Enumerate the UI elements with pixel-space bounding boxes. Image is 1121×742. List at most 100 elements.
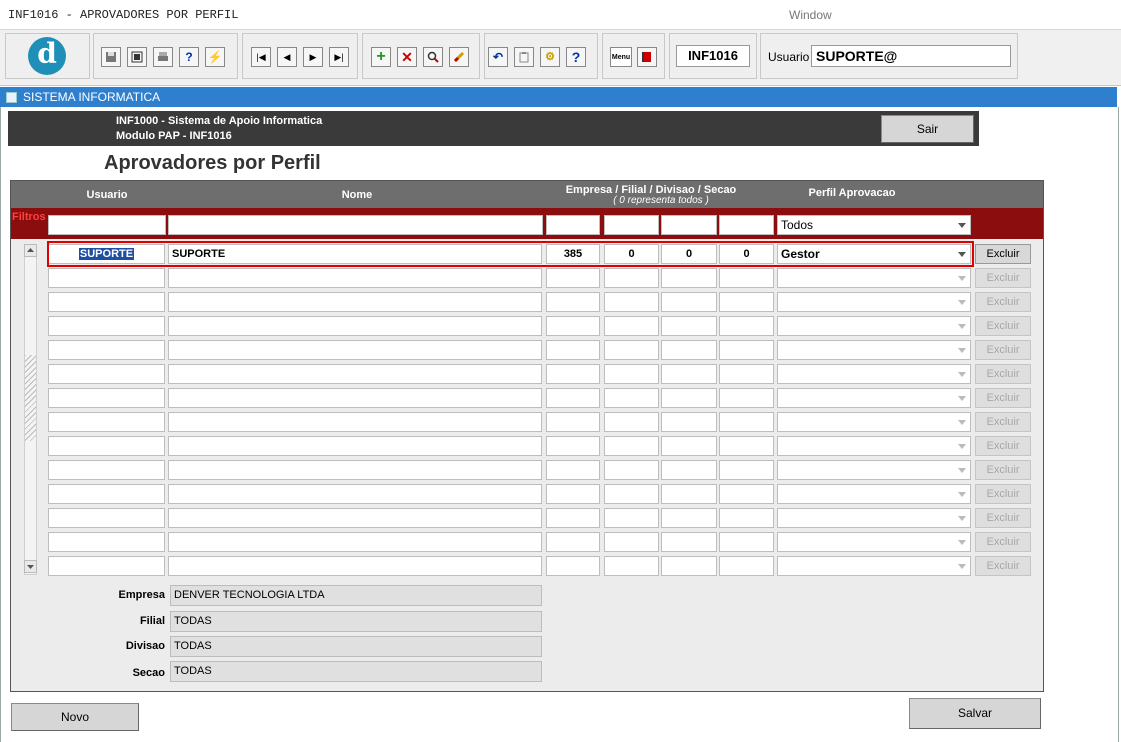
excluir-button[interactable]: Excluir	[975, 460, 1031, 480]
scroll-thumb[interactable]	[25, 355, 36, 441]
exit-door-icon[interactable]	[637, 47, 657, 67]
row-empresa[interactable]	[546, 316, 600, 336]
row-empresa[interactable]	[546, 340, 600, 360]
row-empresa[interactable]	[546, 412, 600, 432]
window-menu[interactable]: Window	[789, 8, 832, 22]
excluir-button[interactable]: Excluir	[975, 508, 1031, 528]
row-divisao[interactable]	[661, 484, 717, 504]
row-perfil-select[interactable]	[777, 556, 971, 576]
row-nome[interactable]	[168, 292, 542, 312]
row-usuario[interactable]	[48, 316, 165, 336]
row-secao[interactable]	[719, 268, 774, 288]
menu-icon[interactable]: Menu	[610, 47, 632, 67]
excluir-button[interactable]: Excluir	[975, 556, 1031, 576]
row-secao[interactable]	[719, 340, 774, 360]
row-nome[interactable]	[168, 556, 542, 576]
row-usuario[interactable]	[48, 340, 165, 360]
filter-secao[interactable]	[719, 215, 774, 235]
scroll-up-icon[interactable]	[24, 244, 37, 257]
row-nome[interactable]	[168, 412, 542, 432]
row-usuario[interactable]	[48, 556, 165, 576]
row-divisao[interactable]	[661, 292, 717, 312]
row-filial[interactable]	[604, 388, 659, 408]
row-empresa[interactable]	[546, 388, 600, 408]
clear-record-icon[interactable]	[449, 47, 469, 67]
excluir-button[interactable]: Excluir	[975, 364, 1031, 384]
row-nome[interactable]	[168, 340, 542, 360]
row-filial[interactable]	[604, 460, 659, 480]
row-usuario[interactable]	[48, 412, 165, 432]
row-divisao[interactable]	[661, 316, 717, 336]
excluir-button[interactable]: Excluir	[975, 436, 1031, 456]
row-secao[interactable]	[719, 532, 774, 552]
tools-icon[interactable]: ⚙	[540, 47, 560, 67]
usuario-field[interactable]: SUPORTE@	[811, 45, 1011, 67]
novo-button[interactable]: Novo	[11, 703, 139, 731]
window-icon[interactable]	[127, 47, 147, 67]
row-filial[interactable]	[604, 364, 659, 384]
row-empresa[interactable]	[546, 292, 600, 312]
help-icon[interactable]: ?	[566, 47, 586, 67]
row-filial[interactable]	[604, 484, 659, 504]
row-divisao[interactable]	[661, 556, 717, 576]
save-icon[interactable]	[101, 47, 121, 67]
row-usuario[interactable]	[48, 436, 165, 456]
excluir-button[interactable]: Excluir	[975, 316, 1031, 336]
sair-button[interactable]: Sair	[881, 115, 974, 143]
row-perfil-select[interactable]	[777, 532, 971, 552]
row-usuario[interactable]	[48, 268, 165, 288]
row-empresa[interactable]	[546, 484, 600, 504]
row-divisao[interactable]	[661, 460, 717, 480]
row-nome[interactable]	[168, 388, 542, 408]
row-secao[interactable]	[719, 508, 774, 528]
row-perfil-select[interactable]	[777, 292, 971, 312]
row-filial[interactable]	[604, 268, 659, 288]
excluir-button[interactable]: Excluir	[975, 388, 1031, 408]
print-icon[interactable]	[153, 47, 173, 67]
clipboard-icon[interactable]	[514, 47, 534, 67]
row-filial[interactable]	[604, 292, 659, 312]
filter-filial[interactable]	[604, 215, 659, 235]
next-record-icon[interactable]: ▶	[303, 47, 323, 67]
row-empresa[interactable]	[546, 268, 600, 288]
excluir-button[interactable]: Excluir	[975, 244, 1031, 264]
row-empresa[interactable]	[546, 532, 600, 552]
excluir-button[interactable]: Excluir	[975, 268, 1031, 288]
row-perfil-select[interactable]	[777, 268, 971, 288]
row-perfil-select[interactable]	[777, 316, 971, 336]
row-nome[interactable]	[168, 484, 542, 504]
row-divisao[interactable]	[661, 364, 717, 384]
row-usuario[interactable]	[48, 364, 165, 384]
filter-usuario[interactable]	[48, 215, 166, 235]
row-divisao[interactable]	[661, 268, 717, 288]
row-secao[interactable]	[719, 388, 774, 408]
delete-record-icon[interactable]: ✕	[397, 47, 417, 67]
row-usuario[interactable]	[48, 292, 165, 312]
row-filial[interactable]	[604, 316, 659, 336]
query-help-icon[interactable]: ?	[179, 47, 199, 67]
row-secao[interactable]	[719, 364, 774, 384]
first-record-icon[interactable]: |◀	[251, 47, 271, 67]
row-perfil-select[interactable]	[777, 436, 971, 456]
row-perfil-select[interactable]	[777, 364, 971, 384]
row-perfil-select[interactable]	[777, 412, 971, 432]
row-nome[interactable]	[168, 460, 542, 480]
row-secao[interactable]	[719, 460, 774, 480]
row-usuario[interactable]	[48, 460, 165, 480]
row-nome[interactable]	[168, 508, 542, 528]
filter-nome[interactable]	[168, 215, 543, 235]
row-nome[interactable]	[168, 436, 542, 456]
row-secao[interactable]	[719, 556, 774, 576]
row-usuario[interactable]	[48, 532, 165, 552]
row-filial[interactable]	[604, 340, 659, 360]
row-empresa[interactable]	[546, 436, 600, 456]
insert-record-icon[interactable]: +	[371, 47, 391, 67]
row-divisao[interactable]	[661, 340, 717, 360]
row-divisao[interactable]	[661, 412, 717, 432]
row-secao[interactable]	[719, 436, 774, 456]
last-record-icon[interactable]: ▶|	[329, 47, 349, 67]
row-nome[interactable]	[168, 268, 542, 288]
row-perfil-select[interactable]	[777, 460, 971, 480]
previous-record-icon[interactable]: ◀	[277, 47, 297, 67]
row-secao[interactable]	[719, 412, 774, 432]
